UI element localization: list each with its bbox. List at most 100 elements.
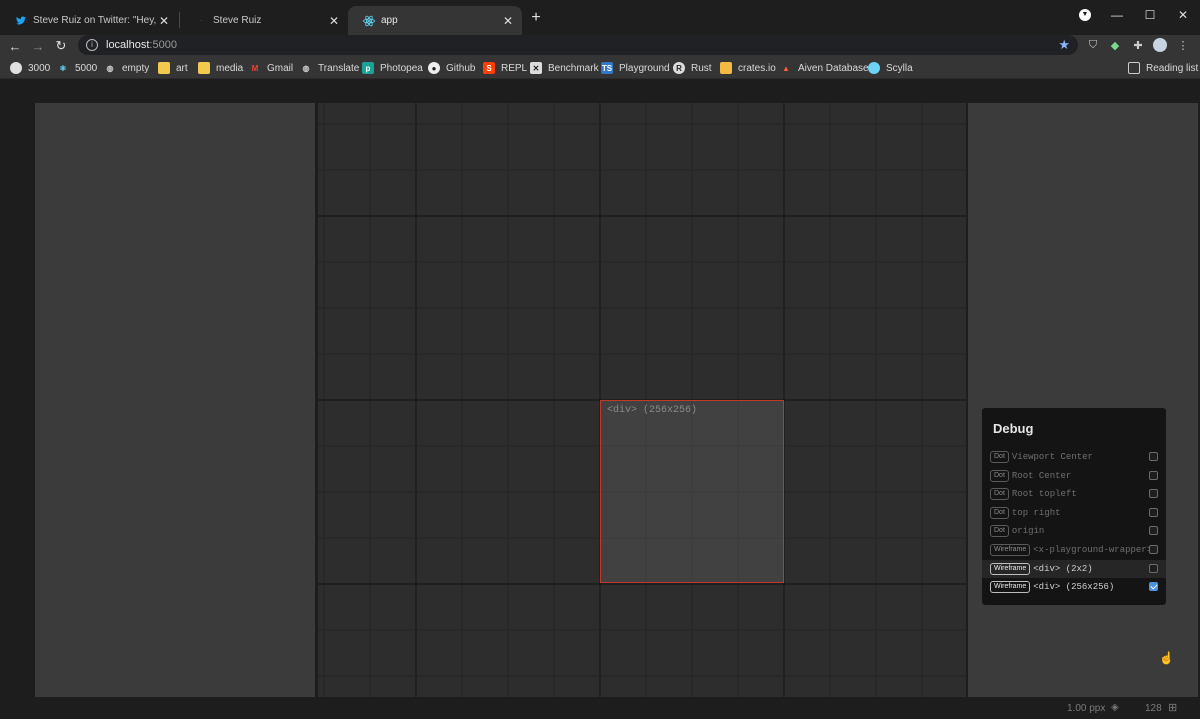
bookmark-star-icon[interactable]: ★ (1058, 37, 1070, 53)
canvas[interactable]: <div> (256x256) (318, 103, 966, 697)
reload-icon[interactable]: ↻ (52, 37, 70, 55)
profile-dropdown-icon[interactable]: ▼ (1068, 0, 1102, 30)
selection-box[interactable]: <div> (256x256) (600, 400, 784, 583)
menu-icon[interactable]: ⋮ (1176, 38, 1190, 52)
tab-app[interactable]: app ✕ (348, 6, 522, 35)
bookmark-aiven[interactable]: ▲ Aiven Database (780, 60, 869, 76)
bookmark-media[interactable]: media (198, 60, 243, 76)
close-icon[interactable]: ✕ (327, 14, 341, 28)
bookmark-label: Rust (691, 62, 712, 74)
debug-label: <x-playground-wrapper> (1033, 545, 1153, 555)
grid-size: 128 (1145, 703, 1162, 714)
debug-checkbox[interactable] (1149, 507, 1158, 517)
right-panel (968, 103, 1198, 697)
github-icon: ● (428, 62, 440, 74)
window-close-icon[interactable]: ✕ (1166, 0, 1200, 30)
debug-label: <div> (256x256) (1033, 582, 1115, 593)
bookmark-label: art (176, 62, 188, 74)
debug-row[interactable]: Dot Root topleft (982, 485, 1166, 503)
diamond-icon[interactable]: ◈ (1111, 702, 1119, 713)
reading-list[interactable]: Reading list (1128, 60, 1198, 76)
tab-steve-ruiz[interactable]: · Steve Ruiz ✕ (180, 6, 348, 35)
extension-icon[interactable]: ◆ (1108, 38, 1122, 52)
debug-checkbox[interactable] (1149, 563, 1158, 573)
zoom-level: 1.00 ppx (1067, 703, 1106, 714)
debug-row[interactable]: Wireframe <x-playground-wrapper> (982, 541, 1166, 559)
ts-icon: TS (601, 62, 613, 74)
shield-icon[interactable]: ⛉ (1086, 38, 1100, 52)
blank-icon: · (200, 17, 202, 24)
maximize-icon[interactable]: ☐ (1133, 0, 1167, 30)
benchmark-icon: ✕ (530, 62, 542, 74)
crates-icon (720, 62, 732, 74)
bookmark-5000[interactable]: ⚛ 5000 (57, 60, 97, 76)
bookmark-gmail[interactable]: M Gmail (249, 60, 293, 76)
bookmark-label: 3000 (28, 62, 51, 74)
debug-tag: Wireframe (990, 581, 1031, 594)
debug-row[interactable]: Dot Root Center (982, 467, 1166, 485)
scylla-icon (868, 62, 880, 74)
debug-checkbox[interactable] (1149, 489, 1158, 499)
selection-label: <div> (256x256) (607, 405, 698, 416)
bookmark-benchmark[interactable]: ✕ Benchmark (530, 60, 599, 76)
bookmark-translate[interactable]: ◍ Translate (300, 60, 360, 76)
bookmark-playground[interactable]: TS Playground (601, 60, 670, 76)
bookmark-rust[interactable]: R Rust (673, 60, 712, 76)
debug-tag: Wireframe (990, 544, 1031, 556)
left-panel (35, 103, 315, 697)
bookmark-label: 5000 (75, 62, 98, 74)
bookmark-empty[interactable]: ◍ empty (104, 60, 150, 76)
debug-tag: Wireframe (990, 562, 1031, 575)
debug-checkbox[interactable] (1149, 452, 1158, 461)
bookmark-label: Translate (318, 62, 360, 74)
bookmark-github[interactable]: ● Github (428, 60, 475, 76)
bookmark-label: crates.io (738, 62, 776, 74)
new-tab-button[interactable]: + (528, 10, 544, 26)
debug-row[interactable]: Dot top right (982, 504, 1166, 522)
bookmark-label: Scylla (886, 62, 913, 74)
bookmark-photopea[interactable]: p Photopea (362, 60, 423, 76)
debug-checkbox[interactable] (1149, 526, 1158, 536)
debug-tag: Dot (990, 469, 1009, 482)
close-icon[interactable]: ✕ (157, 14, 171, 28)
debug-row[interactable]: Wireframe <div> (256x256) (982, 578, 1166, 596)
bookmark-label: media (216, 62, 244, 74)
bookmark-label: Github (446, 62, 476, 74)
tab-title: app (381, 15, 398, 26)
bookmark-3000[interactable]: 3000 (10, 60, 50, 76)
forward-icon[interactable]: → (29, 37, 47, 55)
tab-twitter[interactable]: Steve Ruiz on Twitter: "Hey, here ✕ (0, 6, 178, 35)
address-bar[interactable]: i localhost :5000 ★ (78, 35, 1078, 55)
debug-row[interactable]: Dot Viewport Center (982, 448, 1166, 466)
tab-strip: Steve Ruiz on Twitter: "Hey, here ✕ · St… (0, 0, 1200, 35)
svelte-icon: S (483, 62, 495, 74)
bookmark-label: Gmail (267, 62, 294, 74)
photopea-icon: p (362, 62, 374, 74)
bookmark-scylla[interactable]: Scylla (868, 60, 913, 76)
pointer-cursor-icon: ☝ (1159, 651, 1174, 665)
debug-tag: Dot (990, 451, 1009, 463)
react-icon: ⚛ (59, 63, 67, 73)
bookmark-crates[interactable]: crates.io (720, 60, 776, 76)
puzzle-icon[interactable]: ✚ (1131, 38, 1145, 52)
aiven-icon: ▲ (782, 63, 790, 73)
globe-icon: ◍ (302, 63, 310, 73)
rust-icon: R (673, 62, 685, 74)
bookmark-label: REPL (501, 62, 528, 74)
folder-icon (158, 62, 170, 74)
debug-row[interactable]: Dot origin (982, 522, 1166, 540)
bookmark-repl[interactable]: S REPL (483, 60, 527, 76)
back-icon[interactable]: ← (6, 37, 24, 55)
close-icon[interactable]: ✕ (501, 14, 515, 28)
debug-checkbox[interactable] (1149, 582, 1158, 592)
debug-checkbox[interactable] (1149, 545, 1158, 554)
avatar[interactable] (1153, 38, 1167, 52)
info-icon[interactable]: i (86, 39, 98, 51)
bookmark-label: Playground (619, 62, 670, 74)
minimize-icon[interactable]: — (1100, 0, 1134, 30)
debug-checkbox[interactable] (1149, 470, 1158, 480)
bookmark-label: Aiven Database (798, 62, 869, 74)
debug-row[interactable]: Wireframe <div> (2x2) (982, 559, 1166, 578)
bookmark-art[interactable]: art (158, 60, 188, 76)
grid-icon[interactable]: ⊞ (1168, 701, 1177, 714)
